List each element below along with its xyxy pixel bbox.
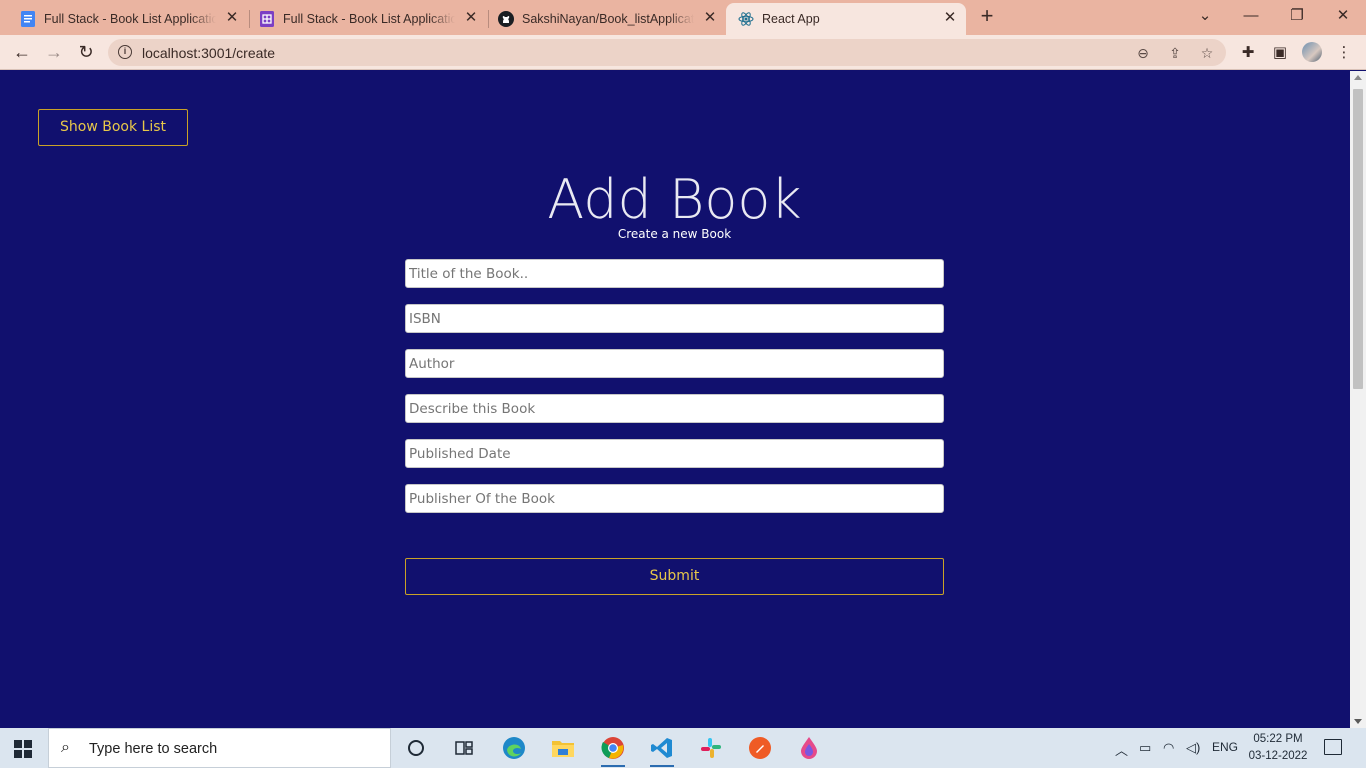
page-content: Show Book List Add Book Create a new Boo… <box>0 71 1350 728</box>
volume-icon[interactable]: ◁) <box>1186 740 1200 756</box>
back-arrow-icon[interactable]: ← <box>10 41 34 63</box>
search-icon: ⌕ <box>61 739 70 756</box>
new-tab-plus-icon[interactable]: + <box>976 5 998 28</box>
file-explorer-icon[interactable] <box>549 734 577 762</box>
tab-search-chevron-icon[interactable]: ⌄ <box>1190 4 1220 28</box>
show-book-list-button[interactable]: Show Book List <box>38 109 188 146</box>
minimize-icon[interactable]: — <box>1236 4 1266 28</box>
react-icon <box>738 11 754 27</box>
restore-icon[interactable]: ❐ <box>1282 4 1312 28</box>
zoom-icon[interactable]: ⊖ <box>1134 44 1152 62</box>
page-title: Add Book <box>547 168 802 231</box>
tab-close-icon[interactable]: ✕ <box>463 10 479 26</box>
show-hidden-icons-chevron[interactable]: ︿ <box>1115 740 1128 759</box>
notification-center-icon[interactable] <box>1324 739 1342 755</box>
search-placeholder: Type here to search <box>89 741 218 757</box>
isbn-input[interactable] <box>405 304 944 333</box>
book-title-input[interactable] <box>405 259 944 288</box>
published-date-input[interactable] <box>405 439 944 468</box>
clock-time: 05:22 PM <box>1253 733 1303 745</box>
google-docs-icon <box>20 11 36 27</box>
description-input[interactable] <box>405 394 944 423</box>
page-subtitle: Create a new Book <box>617 227 732 241</box>
scrollbar-thumb[interactable] <box>1353 89 1363 389</box>
tab-close-icon[interactable]: ✕ <box>702 10 718 26</box>
tab-strip: Full Stack - Book List Application ✕ Ful… <box>0 0 1366 35</box>
scroll-up-icon[interactable] <box>1354 75 1362 80</box>
site-info-icon[interactable]: i <box>118 45 132 59</box>
address-bar[interactable]: i localhost:3001/create ⊖ ⇪ ☆ <box>108 39 1226 66</box>
tab-docs[interactable]: Full Stack - Book List Application ✕ <box>8 3 248 35</box>
tab-github[interactable]: SakshiNayan/Book_listApplication ✕ <box>486 3 726 35</box>
forward-arrow-icon[interactable]: → <box>42 41 66 63</box>
vscode-icon[interactable] <box>648 734 676 767</box>
tab-close-icon[interactable]: ✕ <box>942 10 958 26</box>
side-panel-icon[interactable]: ▣ <box>1270 43 1290 63</box>
tab-react-app[interactable]: React App ✕ <box>726 3 966 35</box>
postman-icon[interactable] <box>746 734 774 762</box>
taskbar-clock[interactable]: 05:22 PM 03-12-2022 <box>1246 731 1310 765</box>
language-indicator[interactable]: ENG <box>1212 740 1238 754</box>
taskbar: ⌕ Type here to search ︿ ▭ ◠ ◁) ENG 05:22… <box>0 728 1366 768</box>
submit-button[interactable]: Submit <box>405 558 944 595</box>
tab-close-icon[interactable]: ✕ <box>224 10 240 26</box>
reload-icon[interactable]: ↻ <box>74 41 98 63</box>
tab-title: SakshiNayan/Book_listApplication <box>522 12 694 26</box>
github-icon <box>498 11 514 27</box>
taskbar-search-box[interactable]: ⌕ Type here to search <box>48 728 391 768</box>
paint-3d-icon[interactable] <box>795 734 823 762</box>
chrome-icon[interactable] <box>599 734 627 767</box>
scroll-down-icon[interactable] <box>1354 719 1362 724</box>
tab-title: Full Stack - Book List Application <box>44 12 216 26</box>
google-sheets-icon <box>259 11 275 27</box>
menu-kebab-icon[interactable]: ⋮ <box>1334 43 1354 63</box>
cortana-icon[interactable] <box>402 734 430 762</box>
browser-toolbar: ← → ↻ i localhost:3001/create ⊖ ⇪ ☆ ✚ ▣ … <box>0 35 1366 70</box>
extensions-puzzle-icon[interactable]: ✚ <box>1238 43 1258 63</box>
clock-date: 03-12-2022 <box>1248 750 1308 762</box>
profile-avatar[interactable] <box>1302 42 1322 62</box>
page-scrollbar[interactable] <box>1350 71 1366 728</box>
slack-icon[interactable] <box>697 734 725 762</box>
bookmark-star-icon[interactable]: ☆ <box>1198 44 1216 62</box>
publisher-input[interactable] <box>405 484 944 513</box>
url-text: localhost:3001/create <box>142 45 276 61</box>
wifi-icon[interactable]: ◠ <box>1163 740 1174 756</box>
task-view-icon[interactable] <box>450 734 478 762</box>
tab-sheets[interactable]: Full Stack - Book List Application ✕ <box>247 3 487 35</box>
windows-start-icon[interactable] <box>14 740 32 758</box>
window-close-icon[interactable]: ✕ <box>1328 4 1358 28</box>
author-input[interactable] <box>405 349 944 378</box>
share-icon[interactable]: ⇪ <box>1166 44 1184 62</box>
tab-title: React App <box>762 12 820 26</box>
battery-icon[interactable]: ▭ <box>1139 740 1151 756</box>
tab-title: Full Stack - Book List Application <box>283 12 455 26</box>
edge-icon[interactable] <box>500 734 528 762</box>
